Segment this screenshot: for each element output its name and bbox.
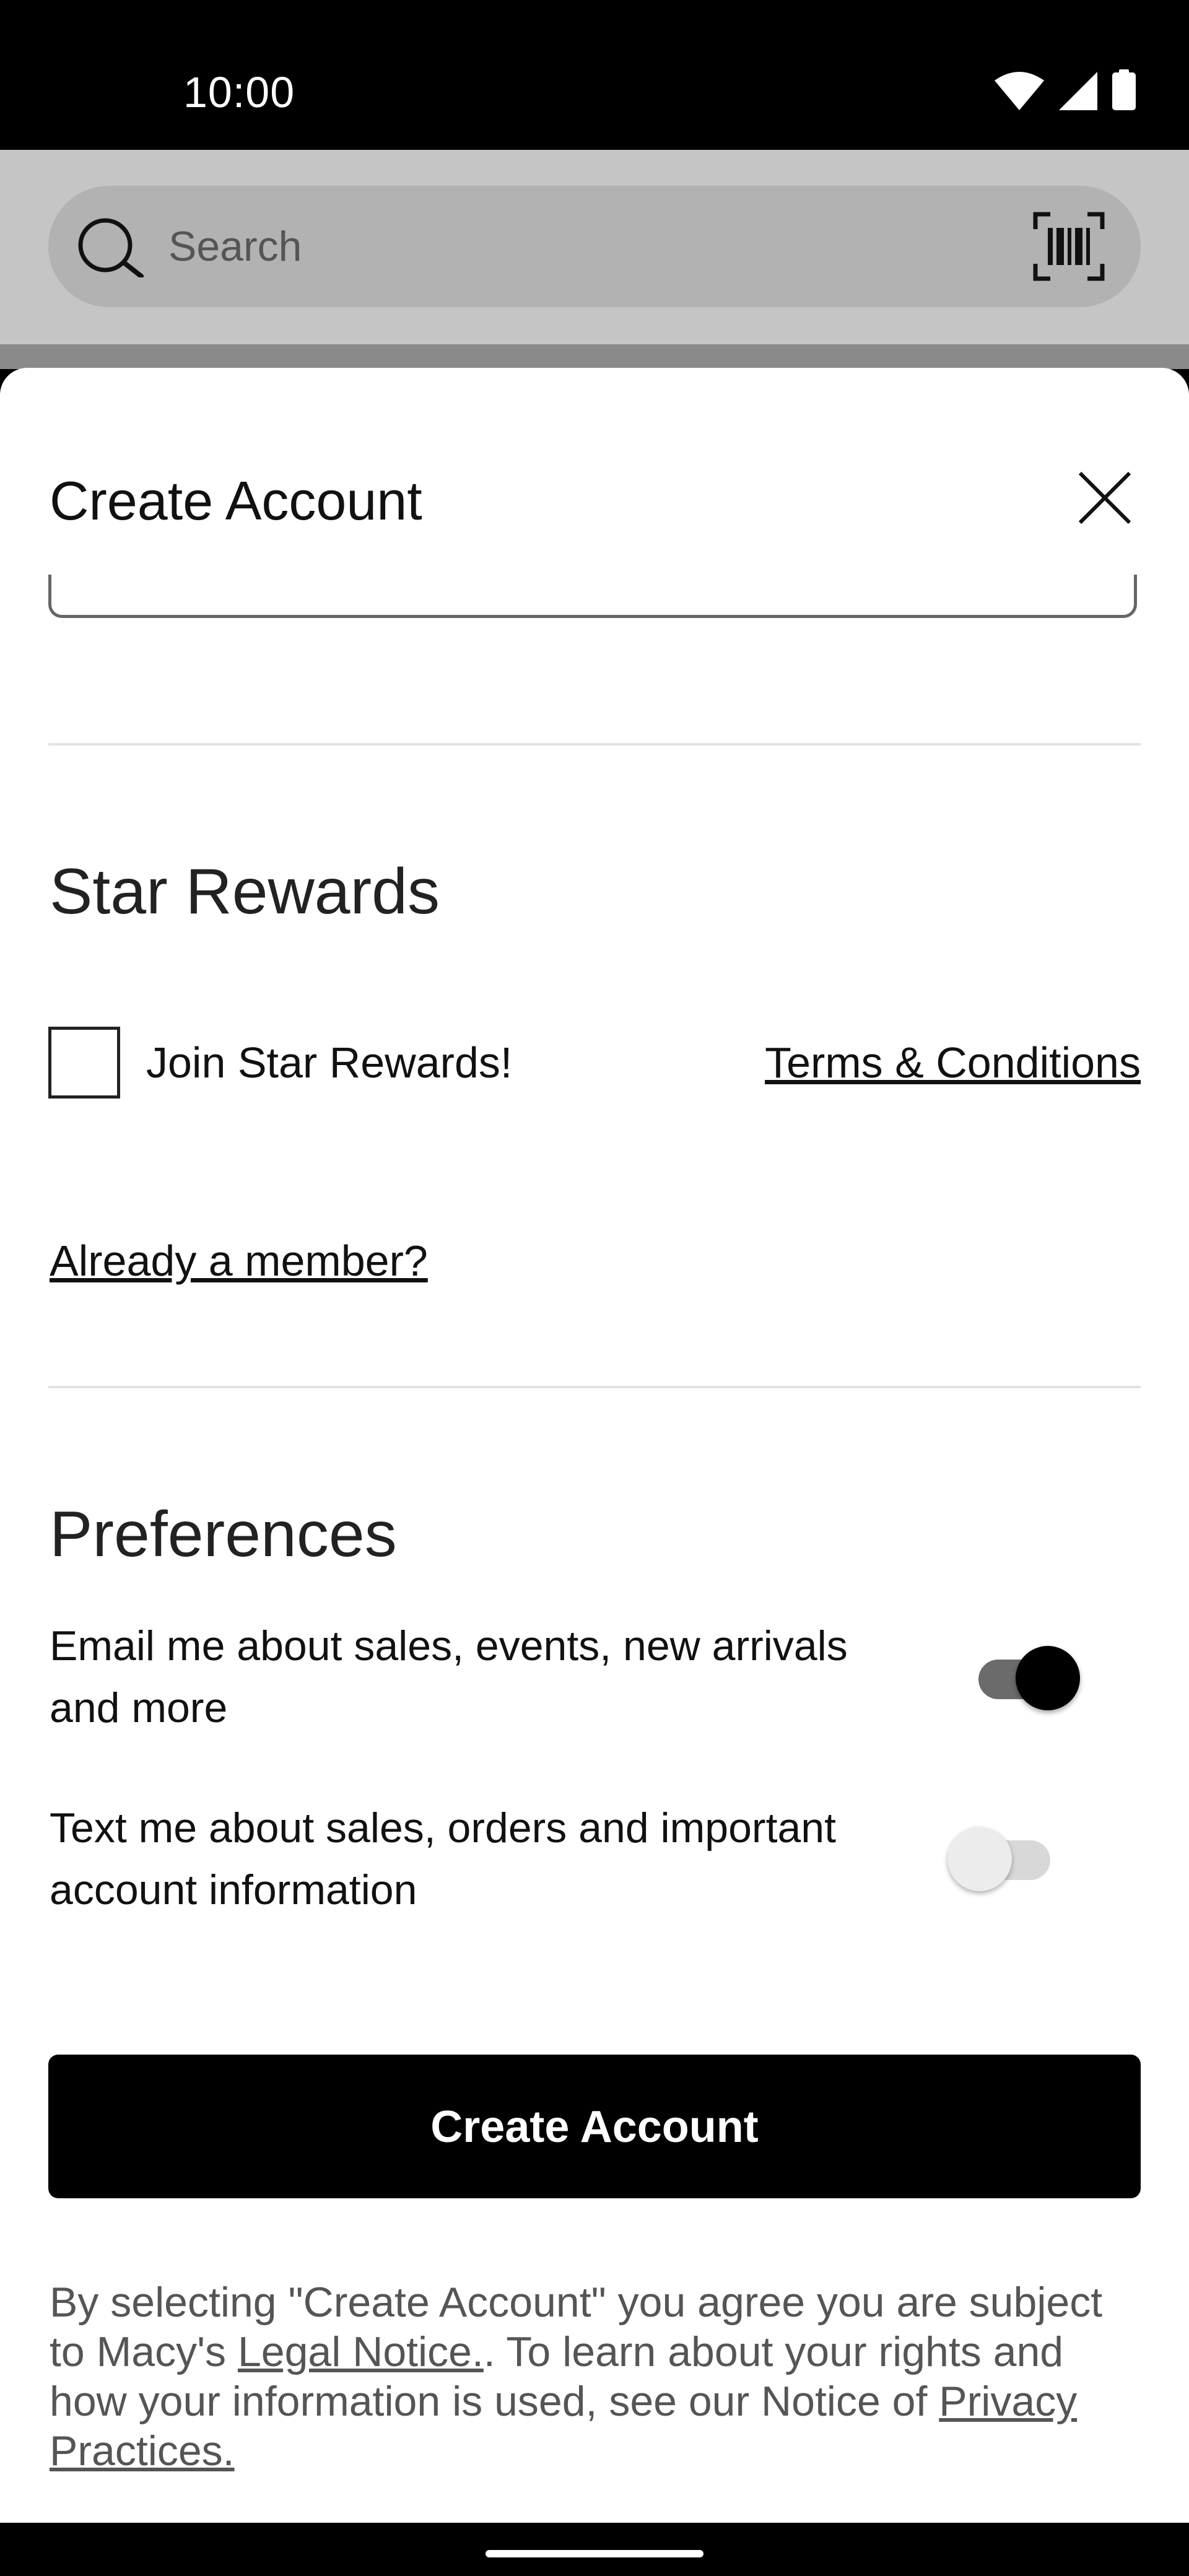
- legal-disclaimer: By selecting "Create Account" you agree …: [50, 2278, 1127, 2476]
- section-divider: [48, 743, 1141, 746]
- system-navigation-bar: [0, 2523, 1189, 2576]
- join-star-rewards-label: Join Star Rewards!: [146, 1038, 513, 1087]
- star-rewards-heading: Star Rewards: [50, 856, 440, 928]
- wifi-icon: [995, 72, 1044, 110]
- text-preference-toggle[interactable]: [947, 1819, 1069, 1891]
- section-divider: [48, 1386, 1141, 1388]
- text-preference-label: Text me about sales, orders and importan…: [50, 1804, 836, 1913]
- status-icons: [995, 69, 1136, 110]
- search-icon: [78, 218, 144, 277]
- sheet-title: Create Account: [50, 470, 422, 531]
- already-member-link[interactable]: Already a member?: [50, 1231, 428, 1290]
- search-input[interactable]: Search: [168, 186, 302, 307]
- email-preference-label: Email me about sales, events, new arriva…: [50, 1622, 848, 1731]
- toggle-knob: [947, 1827, 1012, 1891]
- create-account-sheet: Create Account Star Rewards Join Star Re…: [0, 368, 1189, 2523]
- app-bar: Search: [0, 150, 1189, 344]
- backdrop-overlay: [0, 344, 1189, 369]
- search-bar[interactable]: Search: [48, 186, 1141, 307]
- toggle-knob: [1016, 1646, 1080, 1710]
- text-field[interactable]: [48, 575, 1137, 618]
- status-time: 10:00: [183, 68, 295, 116]
- status-bar: 10:00: [0, 0, 1189, 150]
- create-account-button[interactable]: Create Account: [48, 2055, 1141, 2198]
- join-star-rewards-checkbox[interactable]: [48, 1027, 120, 1099]
- battery-icon: [1112, 69, 1136, 110]
- email-preference-toggle[interactable]: [978, 1638, 1090, 1710]
- signal-icon: [1059, 72, 1097, 110]
- close-icon[interactable]: [1069, 462, 1141, 534]
- preferences-heading: Preferences: [50, 1499, 397, 1570]
- barcode-scan-icon[interactable]: [1033, 212, 1105, 281]
- home-handle[interactable]: [486, 2550, 703, 2557]
- legal-notice-link[interactable]: Legal Notice.: [238, 2328, 484, 2375]
- terms-conditions-link[interactable]: Terms & Conditions: [765, 1033, 1141, 1092]
